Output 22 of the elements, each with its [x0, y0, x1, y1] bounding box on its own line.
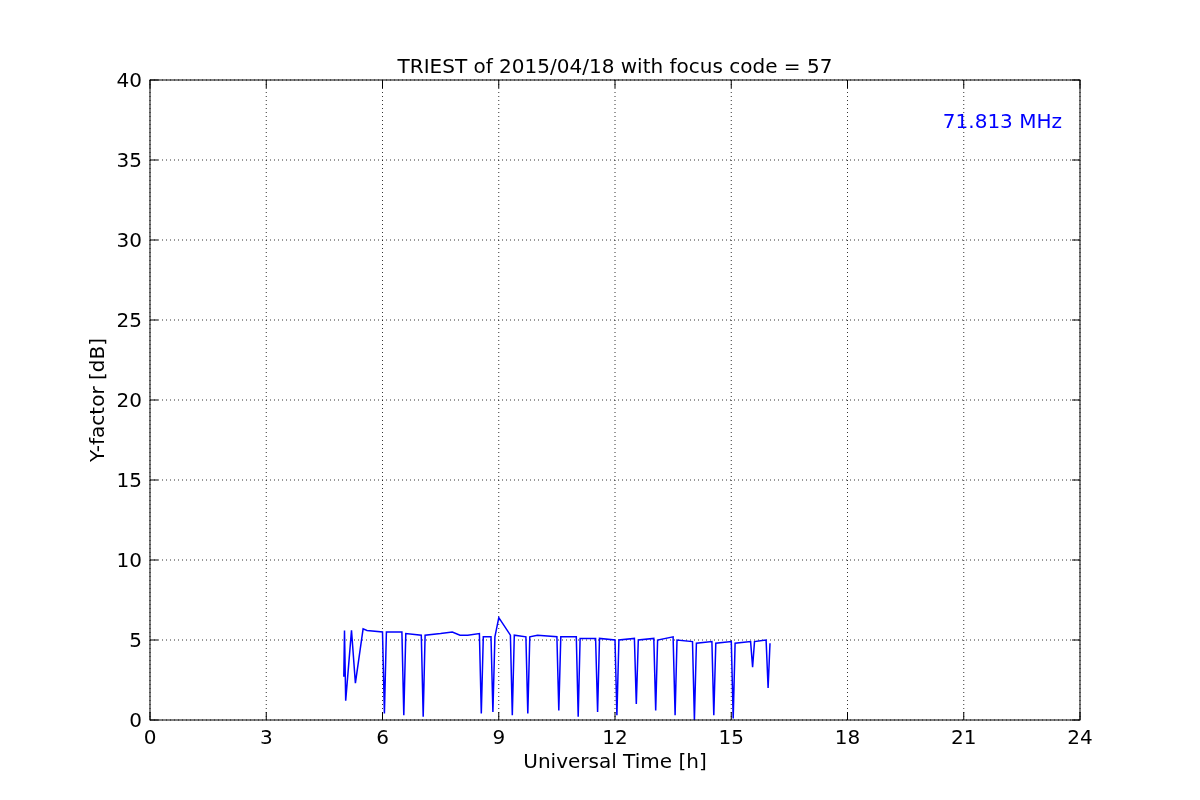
tick-label: 21: [951, 725, 977, 749]
frequency-label: 71.813 MHz: [942, 109, 1062, 133]
chart-title: TRIEST of 2015/04/18 with focus code = 57: [397, 54, 833, 78]
tick-label: 0: [129, 708, 142, 732]
axis-title: Universal Time [h]: [523, 749, 707, 773]
axis-title: Y-factor [dB]: [85, 338, 109, 462]
tick-label: 3: [259, 725, 273, 749]
tick-label: 12: [602, 725, 628, 749]
tick-label: 0: [143, 725, 157, 749]
tick-label: 20: [116, 388, 142, 412]
tick-label: 35: [116, 148, 142, 172]
tick-label: 6: [376, 725, 389, 749]
tick-label: 15: [718, 725, 744, 749]
tick-label: 10: [116, 548, 142, 572]
tick-label: 5: [129, 628, 142, 652]
tick-label: 24: [1067, 725, 1093, 749]
tick-label: 40: [116, 68, 142, 92]
tick-label: 18: [834, 725, 861, 749]
tick-label: 15: [116, 468, 142, 492]
tick-label: 9: [492, 725, 506, 749]
tick-label: 25: [116, 308, 142, 332]
tick-label: 30: [116, 228, 142, 252]
